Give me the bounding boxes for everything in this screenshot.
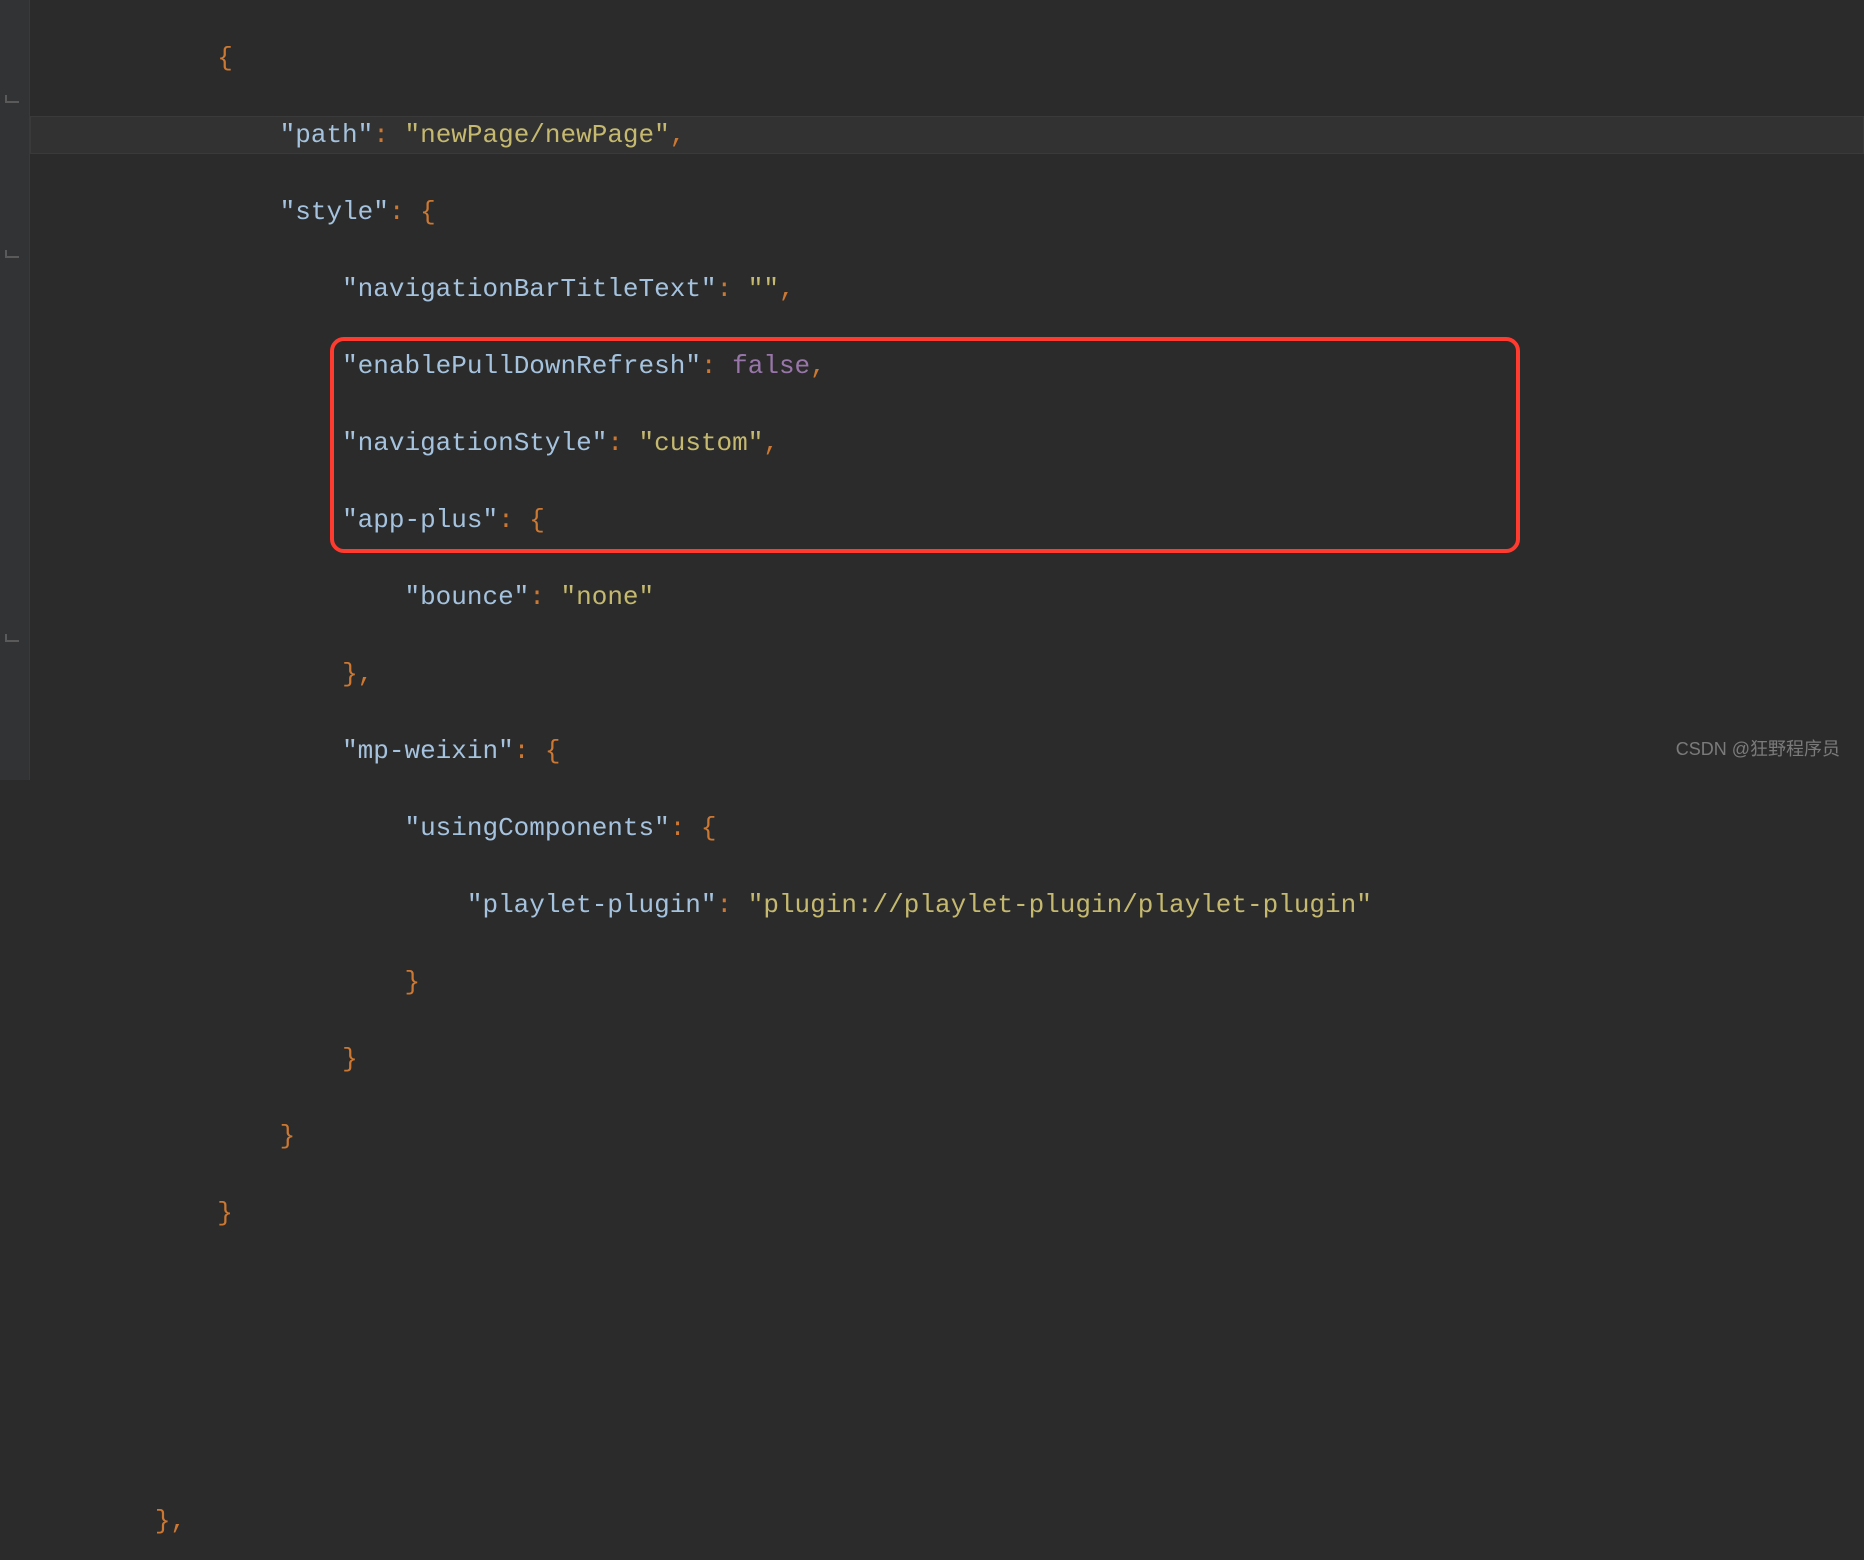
code-line [30, 1425, 1864, 1464]
code-line: }, [30, 1502, 1864, 1541]
code-line: }, [30, 655, 1864, 694]
code-line: "mp-weixin": { [30, 732, 1864, 771]
code-editor[interactable]: { "path": "newPage/newPage", "style": { … [30, 0, 1864, 780]
code-line: } [30, 963, 1864, 1002]
editor-gutter [0, 0, 30, 780]
code-line: "usingComponents": { [30, 809, 1864, 848]
code-line: "playlet-plugin": "plugin://playlet-plug… [30, 886, 1864, 925]
code-line [30, 1271, 1864, 1310]
code-line: } [30, 1117, 1864, 1156]
code-line [30, 1348, 1864, 1387]
code-line: } [30, 1194, 1864, 1233]
code-line: "app-plus": { [30, 501, 1864, 540]
watermark-text: CSDN @狂野程序员 [1676, 730, 1840, 769]
code-line: "navigationStyle": "custom", [30, 424, 1864, 463]
code-line: } [30, 1040, 1864, 1079]
code-line: "navigationBarTitleText": "", [30, 270, 1864, 309]
code-line: "path": "newPage/newPage", [30, 116, 1864, 155]
code-line: "enablePullDownRefresh": false, [30, 347, 1864, 386]
code-line: { [30, 39, 1864, 78]
code-line: "style": { [30, 193, 1864, 232]
code-line: "bounce": "none" [30, 578, 1864, 617]
